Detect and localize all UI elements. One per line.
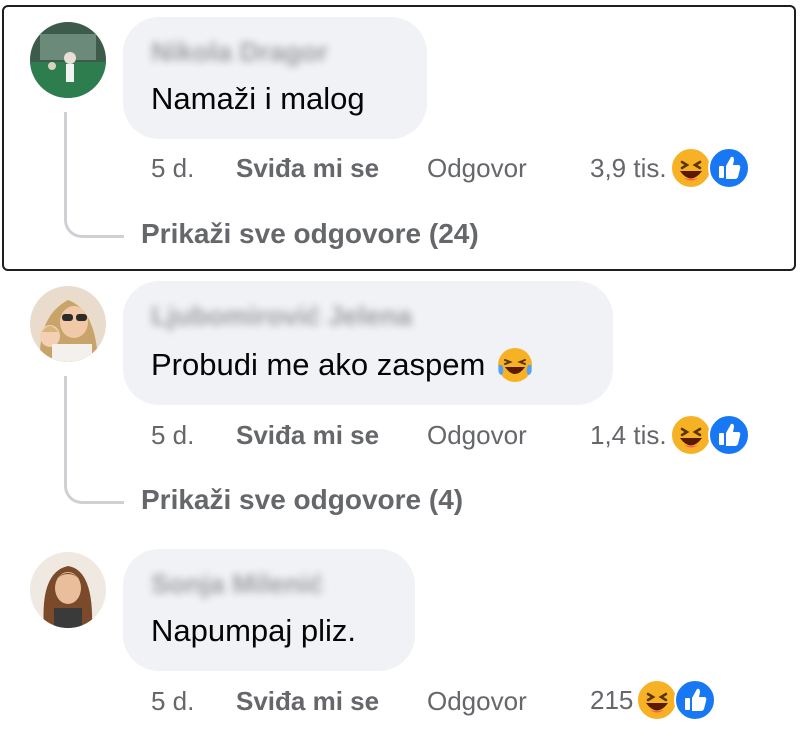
comment-author[interactable]: Nikola Dragor bbox=[151, 37, 328, 68]
comment-author[interactable]: Sonja Milenić bbox=[151, 569, 324, 600]
view-replies-link[interactable]: Prikaži sve odgovore (4) bbox=[141, 484, 463, 516]
like-reaction-icon bbox=[674, 679, 717, 721]
comment-text-content: Probudi me ako zaspem bbox=[151, 347, 486, 382]
comment-text: Probudi me ako zaspem bbox=[151, 345, 535, 385]
comment-text-content: Namaži i malog bbox=[151, 81, 365, 116]
reply-button[interactable]: Odgovor bbox=[427, 686, 527, 717]
like-button[interactable]: Sviđa mi se bbox=[236, 686, 427, 717]
comment-bubble: Sonja Milenić Napumpaj pliz. bbox=[123, 549, 415, 671]
reply-button[interactable]: Odgovor bbox=[427, 420, 527, 451]
comment-text: Namaži i malog bbox=[151, 81, 365, 117]
comment-actions: 5 d. Sviđa mi se Odgovor bbox=[151, 420, 527, 451]
like-button[interactable]: Sviđa mi se bbox=[236, 153, 427, 184]
avatar[interactable] bbox=[30, 22, 106, 98]
avatar[interactable] bbox=[30, 286, 106, 362]
comment-timestamp[interactable]: 5 d. bbox=[151, 153, 236, 184]
reaction-count: 1,4 tis. bbox=[590, 419, 667, 450]
comment-text-content: Napumpaj pliz. bbox=[151, 613, 357, 648]
like-button[interactable]: Sviđa mi se bbox=[236, 420, 427, 451]
reaction-summary[interactable]: 1,4 tis. bbox=[590, 413, 751, 457]
comment-text: Napumpaj pliz. bbox=[151, 613, 356, 649]
like-reaction-icon bbox=[707, 414, 750, 456]
reaction-count: 3,9 tis. bbox=[590, 152, 667, 183]
laughing-tears-emoji-icon bbox=[498, 348, 533, 382]
comment-author[interactable]: Ljubomirović Jelena bbox=[151, 301, 412, 332]
like-reaction-icon bbox=[707, 147, 750, 189]
comment-timestamp[interactable]: 5 d. bbox=[151, 420, 236, 451]
avatar[interactable] bbox=[30, 552, 106, 628]
reaction-summary[interactable]: 215 bbox=[590, 678, 717, 722]
comment-bubble: Nikola Dragor Namaži i malog bbox=[123, 17, 427, 139]
reply-button[interactable]: Odgovor bbox=[427, 153, 527, 184]
reaction-count: 215 bbox=[590, 684, 634, 715]
thread-line bbox=[64, 376, 124, 504]
view-replies-link[interactable]: Prikaži sve odgovore (24) bbox=[141, 218, 479, 250]
comment-actions: 5 d. Sviđa mi se Odgovor bbox=[151, 153, 527, 184]
thread-line bbox=[64, 112, 124, 238]
reaction-summary[interactable]: 3,9 tis. bbox=[590, 146, 751, 190]
comment-timestamp[interactable]: 5 d. bbox=[151, 686, 236, 717]
comment-actions: 5 d. Sviđa mi se Odgovor bbox=[151, 686, 527, 717]
comment-bubble: Ljubomirović Jelena Probudi me ako zaspe… bbox=[123, 281, 613, 405]
